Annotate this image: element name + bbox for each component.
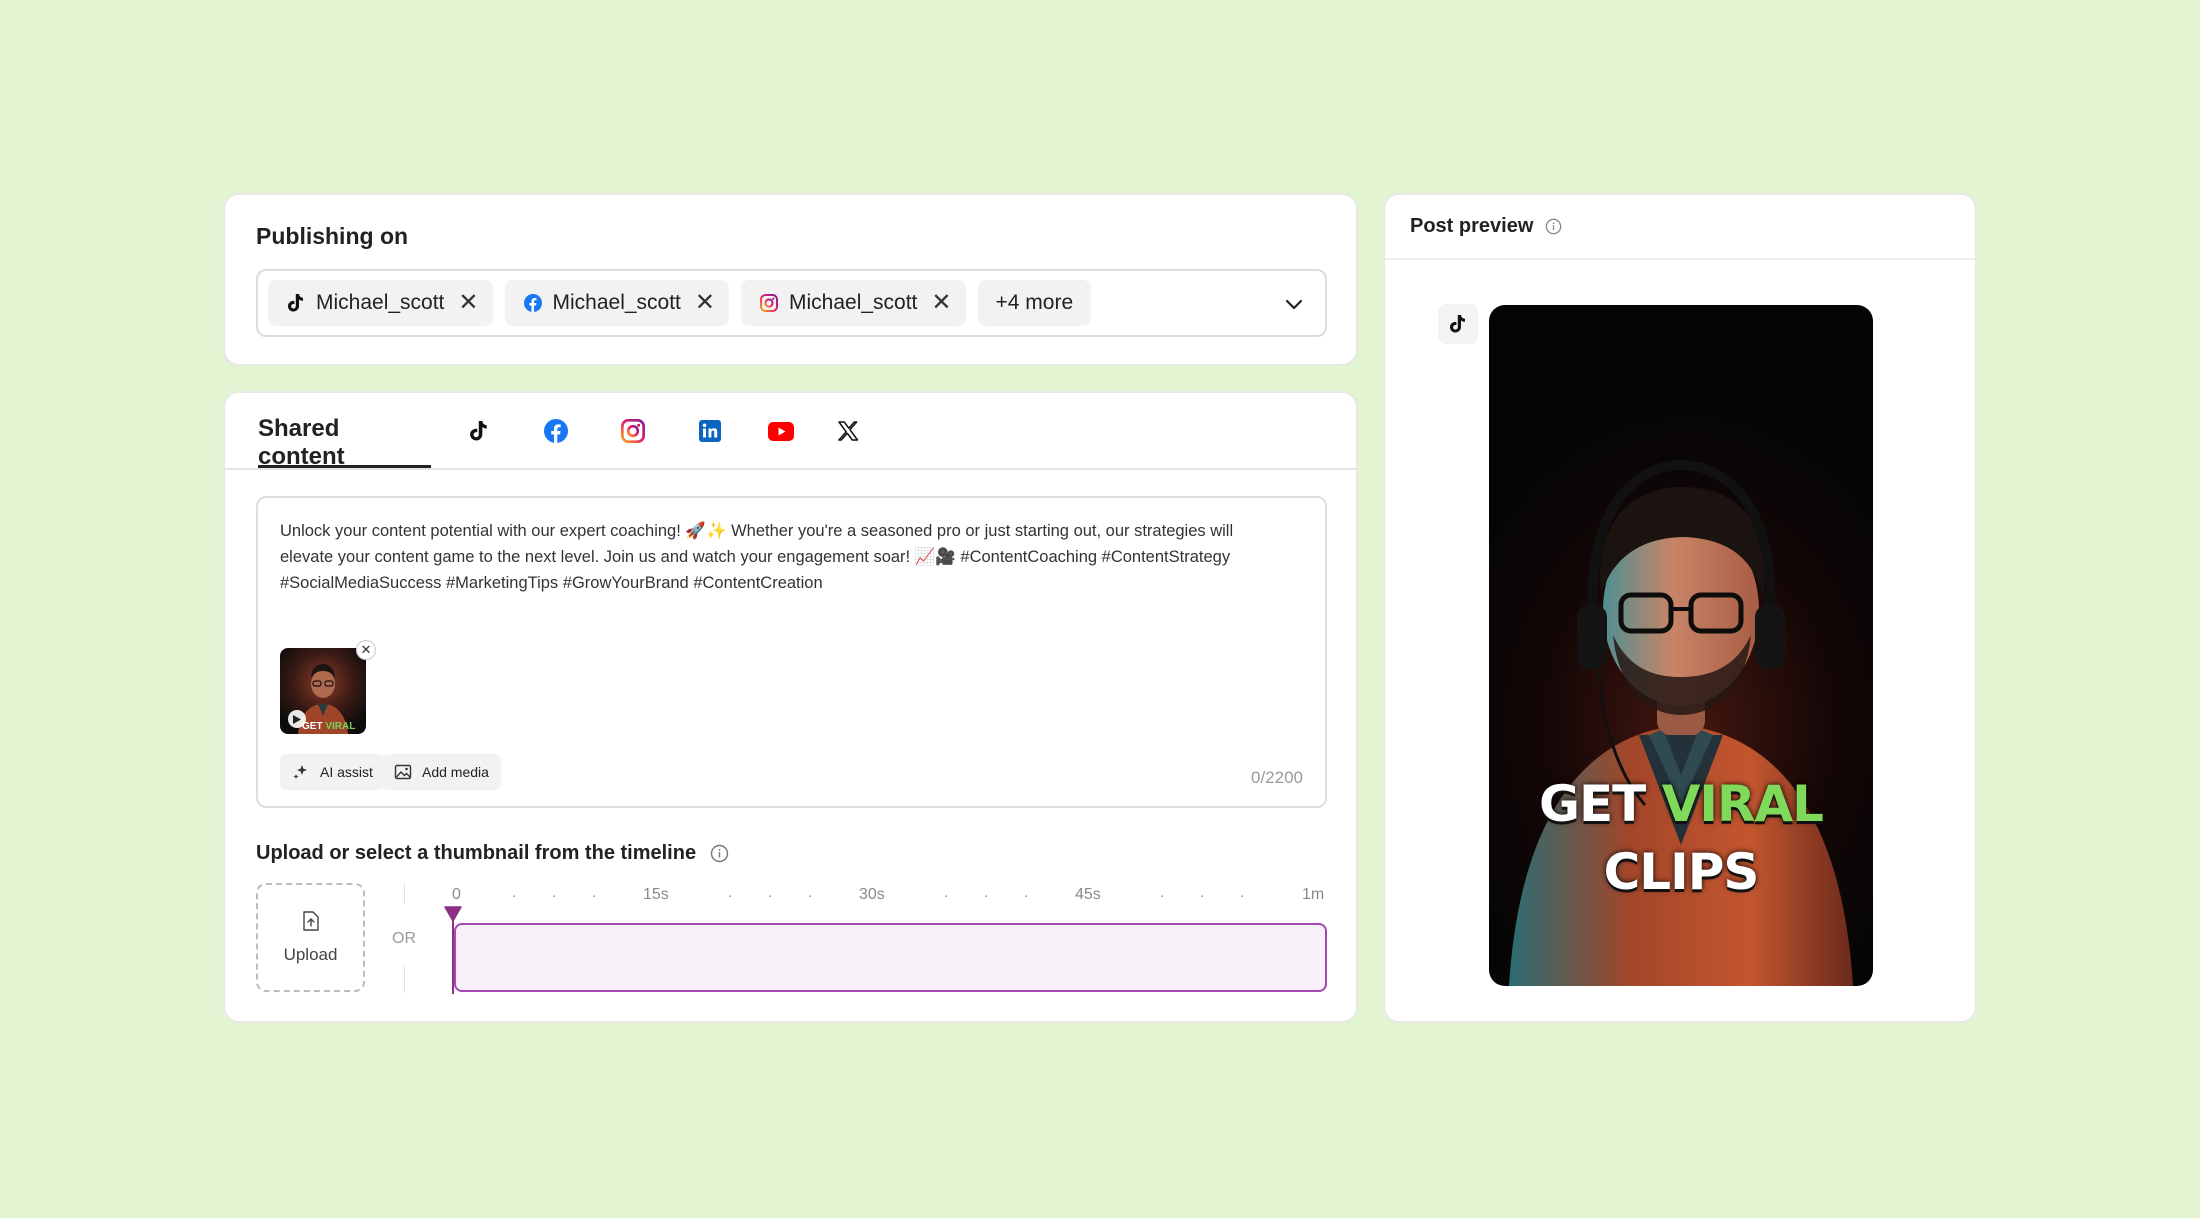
ai-assist-button[interactable]: AI assist xyxy=(280,754,385,790)
preview-header: Post preview xyxy=(1385,195,1975,260)
info-icon xyxy=(1546,218,1562,235)
thumbnail-title-text: Upload or select a thumbnail from the ti… xyxy=(256,842,697,864)
close-icon[interactable]: ✕ xyxy=(931,291,951,315)
publishing-card: Publishing on Michael_scott ✕ Michael_sc… xyxy=(223,193,1358,366)
youtube-icon[interactable] xyxy=(764,414,798,448)
post-composer[interactable]: Unlock your content potential with our e… xyxy=(256,496,1327,808)
account-name: Michael_scott xyxy=(552,291,681,314)
remove-media-button[interactable]: ✕ xyxy=(356,640,376,660)
tick-label: 45s xyxy=(1075,886,1101,903)
add-media-button[interactable]: Add media xyxy=(382,754,501,790)
divider xyxy=(404,965,405,993)
instagram-icon[interactable] xyxy=(616,414,650,448)
account-selector[interactable]: Michael_scott ✕ Michael_scott ✕ Michael_… xyxy=(256,269,1327,337)
account-name: Michael_scott xyxy=(316,291,445,314)
caption-get: GET xyxy=(1538,775,1646,833)
timeline-playhead[interactable] xyxy=(452,910,454,994)
image-icon xyxy=(394,764,412,780)
chevron-down-icon[interactable] xyxy=(1283,293,1305,320)
tiktok-icon[interactable] xyxy=(462,414,496,448)
tick-label: 15s xyxy=(643,886,669,903)
media-thumbnail[interactable]: GET VIRAL xyxy=(280,648,366,734)
close-icon[interactable]: ✕ xyxy=(458,291,478,315)
or-label: OR xyxy=(392,930,416,947)
facebook-icon xyxy=(523,293,543,313)
account-chip-instagram[interactable]: Michael_scott ✕ xyxy=(741,280,966,326)
publishing-title: Publishing on xyxy=(256,223,409,249)
account-name: Michael_scott xyxy=(789,291,918,314)
tab-shared-content[interactable]: Shared content xyxy=(258,391,431,470)
upload-label: Upload xyxy=(283,944,338,964)
post-preview-card: Post preview GET VIRAL CLIPS xyxy=(1383,193,1977,1023)
thumbnail-timeline[interactable] xyxy=(454,923,1327,992)
tiktok-icon xyxy=(286,293,306,313)
more-accounts-chip[interactable]: +4 more xyxy=(977,280,1092,326)
upload-icon xyxy=(302,910,319,931)
account-chip-facebook[interactable]: Michael_scott ✕ xyxy=(504,280,729,326)
facebook-icon[interactable] xyxy=(539,414,573,448)
info-icon xyxy=(710,844,729,863)
thumbnail-section-title: Upload or select a thumbnail from the ti… xyxy=(256,842,729,865)
tick-label: 30s xyxy=(859,886,885,903)
char-counter: 0/2200 xyxy=(1251,768,1303,787)
post-text[interactable]: Unlock your content potential with our e… xyxy=(280,518,1290,596)
tick-label: 0 xyxy=(452,886,461,903)
tiktok-icon[interactable] xyxy=(1438,304,1478,344)
preview-caption-line1: GET VIRAL xyxy=(1489,775,1873,833)
ai-assist-label: AI assist xyxy=(320,764,373,780)
divider xyxy=(404,883,405,903)
playhead-handle[interactable] xyxy=(444,906,462,922)
preview-video[interactable]: GET VIRAL CLIPS xyxy=(1489,305,1873,986)
upload-thumbnail-button[interactable]: Upload xyxy=(256,883,365,992)
tick-label: 1m xyxy=(1302,886,1325,903)
timeline-ticks: 0 ... 15s ... 30s ... 45s ... 1m xyxy=(452,884,1325,903)
account-chip-tiktok[interactable]: Michael_scott ✕ xyxy=(268,280,493,326)
close-icon[interactable]: ✕ xyxy=(695,291,715,315)
x-icon[interactable] xyxy=(831,414,865,448)
thumb-caption-b: VIRAL xyxy=(325,721,356,732)
add-media-label: Add media xyxy=(422,764,489,780)
content-editor-card: Shared content Unlock your content poten… xyxy=(223,391,1358,1023)
play-icon xyxy=(288,710,306,728)
preview-title: Post preview xyxy=(1410,215,1534,237)
linkedin-icon[interactable] xyxy=(693,414,727,448)
sparkle-icon xyxy=(293,765,307,779)
instagram-icon xyxy=(759,293,779,313)
preview-caption-line2: CLIPS xyxy=(1603,843,1760,901)
caption-viral: VIRAL xyxy=(1661,775,1824,833)
